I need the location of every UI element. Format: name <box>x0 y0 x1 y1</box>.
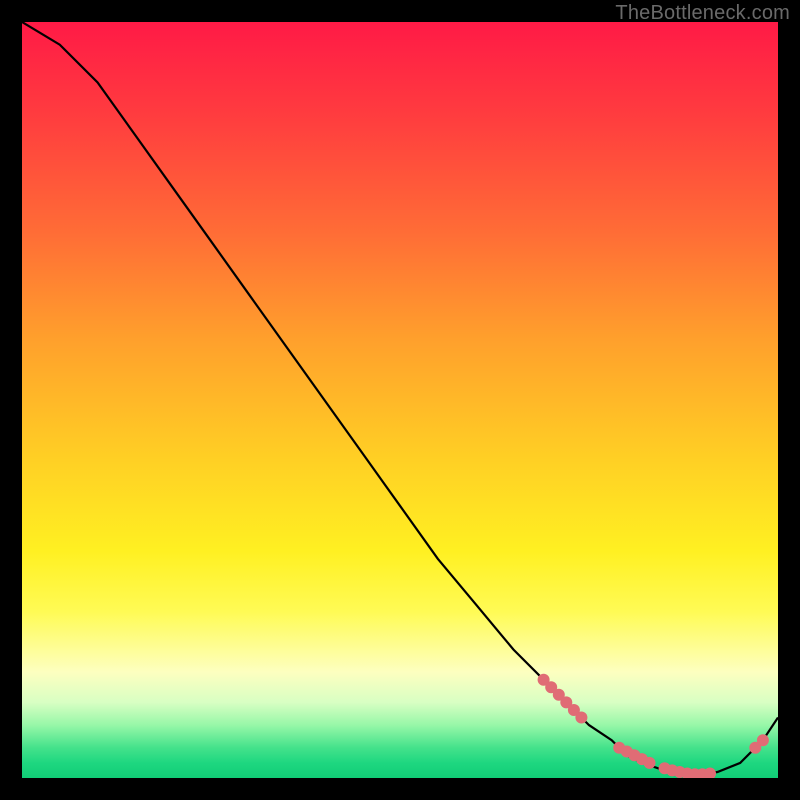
curve-line <box>22 22 778 774</box>
marker-dot <box>704 768 716 779</box>
marker-group <box>538 674 769 778</box>
chart-frame: TheBottleneck.com <box>0 0 800 800</box>
marker-dot <box>757 734 769 746</box>
chart-svg <box>22 22 778 778</box>
marker-dot <box>575 712 587 724</box>
marker-dot <box>644 757 656 769</box>
plot-area <box>22 22 778 778</box>
watermark-text: TheBottleneck.com <box>615 2 790 25</box>
